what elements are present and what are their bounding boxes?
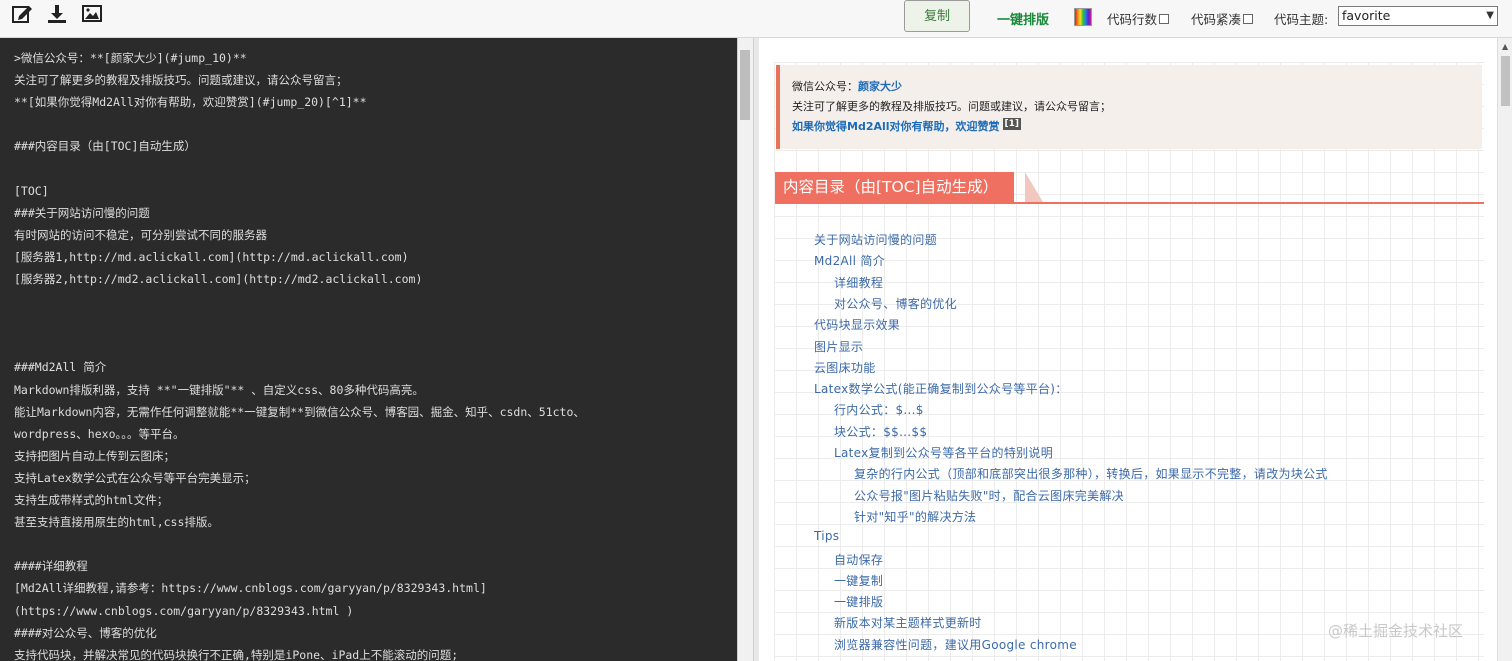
quote-line-1: 微信公众号：颜家大少 — [792, 80, 902, 93]
toc-item[interactable]: Tips — [814, 529, 839, 543]
one-key-format-button[interactable]: 一键排版 — [997, 9, 1049, 28]
toc-item[interactable]: 关于网站访问慢的问题 — [814, 231, 937, 248]
editor-line: Markdown排版利器，支持 **"一键排版"** 、自定义css、80多种代… — [14, 382, 424, 397]
editor-scrollbar[interactable] — [737, 38, 754, 661]
editor-line: ####详细教程 — [14, 559, 88, 574]
code-theme-select[interactable]: favorite ▼ — [1338, 6, 1498, 26]
code-theme-value: favorite — [1342, 8, 1391, 23]
quote-line-3[interactable]: 如果你觉得Md2All对你有帮助，欢迎赞赏 [1] — [792, 118, 1022, 134]
code-line-numbers-option[interactable]: 代码行数 — [1107, 9, 1170, 28]
toc-item[interactable]: 图片显示 — [814, 338, 863, 355]
toc-item[interactable]: 一键复制 — [834, 572, 883, 589]
code-compact-checkbox[interactable] — [1243, 13, 1254, 24]
toc-item[interactable]: Latex数学公式(能正确复制到公众号等平台)： — [814, 380, 1068, 397]
palette-icon[interactable] — [1074, 8, 1092, 26]
editor-line: 支持代码块，并解决常见的代码块换行不正确,特别是iPone、iPad上不能滚动的… — [14, 647, 459, 661]
toc-item[interactable]: 行内公式：$...$ — [834, 401, 924, 418]
footnote-ref[interactable]: [1] — [1002, 118, 1022, 130]
image-icon[interactable] — [81, 3, 103, 25]
toc-item[interactable]: 详细教程 — [834, 274, 883, 291]
reward-link[interactable]: 如果你觉得Md2All对你有帮助，欢迎赞赏 — [792, 120, 1000, 133]
watermark: @稀土掘金技术社区 — [1328, 622, 1464, 640]
editor-line: 能让Markdown内容，无需作任何调整就能**一键复制**到微信公众号、博客园… — [14, 404, 585, 419]
code-line-numbers-label: 代码行数 — [1107, 12, 1158, 27]
toc-item[interactable]: 公众号报"图片粘贴失败"时，配合云图床完美解决 — [854, 487, 1124, 504]
code-compact-label: 代码紧凑 — [1191, 12, 1242, 27]
chevron-down-icon: ▼ — [1486, 10, 1494, 21]
toc-item[interactable]: 新版本对某主题样式更新时 — [834, 614, 982, 631]
editor-line: ####对公众号、博客的优化 — [14, 625, 157, 640]
download-icon[interactable] — [46, 3, 68, 25]
preview-pane: 微信公众号：颜家大少 关注可了解更多的教程及排版技巧。问题或建议，请公众号留言；… — [759, 38, 1497, 661]
toc-heading-rule — [775, 202, 1484, 204]
toc-item[interactable]: 对公众号、博客的优化 — [834, 295, 957, 312]
editor-line: ###关于网站访问慢的问题 — [14, 205, 150, 220]
code-theme-label: 代码主题: — [1274, 12, 1329, 27]
editor-line: [Md2All详细教程,请参考：https://www.cnblogs.com/… — [14, 581, 487, 596]
editor-scrollbar-thumb[interactable] — [740, 50, 750, 120]
editor-line: 支持把图片自动上传到云图床； — [14, 448, 175, 463]
toc-item[interactable]: 复杂的行内公式（顶部和底部突出很多那种），转换后，如果显示不完整，请改为块公式 — [854, 465, 1328, 482]
editor-line: [服务器2,http://md2.aclickall.com](http://m… — [14, 272, 423, 286]
preview-blockquote: 微信公众号：颜家大少 关注可了解更多的教程及排版技巧。问题或建议，请公众号留言；… — [776, 65, 1482, 149]
toc-item[interactable]: 代码块显示效果 — [814, 316, 900, 333]
editor-line: (https://www.cnblogs.com/garyyan/p/83293… — [14, 603, 354, 618]
author-link[interactable]: 颜家大少 — [858, 80, 902, 93]
toolbar: 复制 一键排版 代码行数 代码紧凑 代码主题: favorite ▼ — [0, 0, 1512, 38]
editor-line: 支持生成带样式的html文件； — [14, 493, 169, 507]
toc-item[interactable]: 块公式：$$...$$ — [834, 423, 927, 440]
preview-scrollbar-thumb[interactable] — [1501, 56, 1510, 106]
toc-item[interactable]: Md2All 简介 — [814, 252, 885, 269]
edit-icon[interactable] — [11, 3, 33, 25]
copy-button[interactable]: 复制 — [904, 0, 970, 32]
editor-line: 关注可了解更多的教程及排版技巧。问题或建议，请公众号留言； — [14, 73, 348, 88]
toc-item[interactable]: Latex复制到公众号等各平台的特别说明 — [834, 444, 1053, 461]
toc-item[interactable]: 自动保存 — [834, 551, 883, 568]
editor-line: >微信公众号：**[颜家大少](#jump_10)** — [14, 51, 247, 65]
quote-line-2: 关注可了解更多的教程及排版技巧。问题或建议，请公众号留言； — [792, 100, 1111, 113]
toc-item[interactable]: 云图床功能 — [814, 359, 876, 376]
scroll-up-icon[interactable]: ▲ — [1502, 42, 1508, 51]
code-compact-option[interactable]: 代码紧凑 — [1191, 9, 1254, 28]
toc-item[interactable]: 针对"知乎"的解决方法 — [854, 508, 976, 525]
editor-line: 甚至支持直接用原生的html,css排版。 — [14, 515, 219, 530]
preview-scrollbar[interactable]: ▲ — [1497, 38, 1512, 661]
editor-line: wordpress、hexo。。。等平台。 — [14, 426, 185, 441]
editor-line: 有时网站的访问不稳定，可分别尝试不同的服务器 — [14, 227, 267, 242]
toc-heading-tail — [1025, 172, 1043, 202]
editor-line: ###内容目录（由[TOC]自动生成） — [14, 139, 196, 154]
markdown-editor[interactable]: >微信公众号：**[颜家大少](#jump_10)** 关注可了解更多的教程及排版… — [0, 38, 737, 661]
editor-line: ###Md2All 简介 — [14, 360, 107, 375]
editor-line: [TOC] — [14, 183, 49, 198]
toc-item[interactable]: 浏览器兼容性问题，建议用Google chrome — [834, 636, 1077, 653]
toc-item[interactable]: 一键排版 — [834, 593, 883, 610]
editor-line: **[如果你觉得Md2All对你有帮助，欢迎赞赏](#jump_20)[^1]*… — [14, 95, 367, 110]
editor-line: [服务器1,http://md.aclickall.com](http://md… — [14, 249, 409, 264]
toc-heading: 内容目录（由[TOC]自动生成） — [775, 172, 1015, 202]
code-line-numbers-checkbox[interactable] — [1159, 13, 1170, 24]
editor-line: 支持Latex数学公式在公众号等平台完美显示； — [14, 470, 256, 485]
